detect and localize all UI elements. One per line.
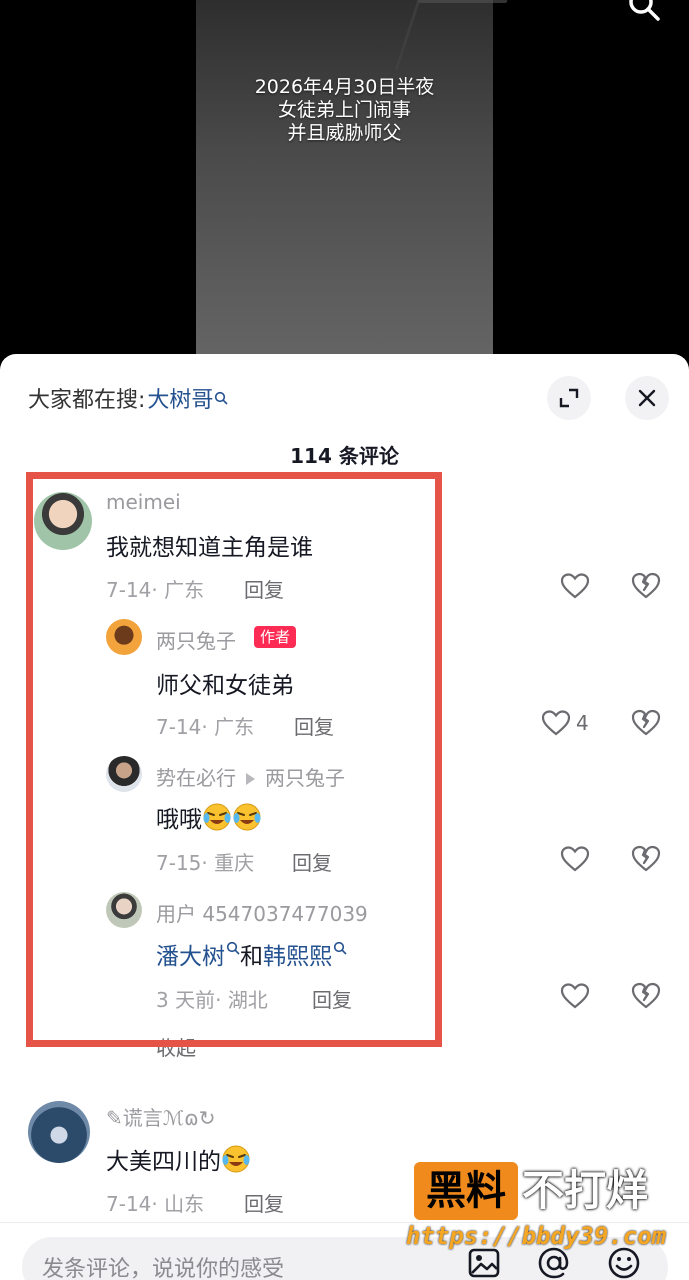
dislike-icon[interactable] [631, 570, 661, 600]
comment-count: 114 条评论 [290, 444, 399, 468]
watermark-logo: 黑料 不打烊 https://bbdy39.com [406, 1162, 674, 1257]
video-player[interactable]: 2026年4月30日半夜 女徒弟上门闹事 并且威胁师父 [0, 0, 689, 380]
video-background-rail [394, 0, 508, 70]
comment-date: 7-14 [106, 578, 152, 602]
comment-text: 大美四川的 [106, 1149, 221, 1175]
reply-button[interactable]: 回复 [312, 984, 352, 1013]
comment-sheet: 大家都在搜: 大树哥 114 条评论 meimei 我就想知道主角是谁 7-14… [0, 354, 689, 1280]
avatar[interactable] [106, 756, 142, 792]
video-frame [196, 0, 508, 380]
like-count: 4 [576, 711, 589, 735]
caption-line-1: 2026年4月30日半夜 [254, 76, 435, 98]
reply-text-line: 潘大树 和韩熙熙 [156, 937, 347, 971]
comment-username[interactable]: ✎谎言ℳɷ↻ [106, 1102, 215, 1131]
reply-location: 湖北 [227, 988, 268, 1012]
reply-meta: 7-15· 重庆 [156, 851, 255, 875]
caption-line-3: 并且威胁师父 [287, 122, 402, 144]
close-button[interactable] [625, 376, 669, 420]
caption-line-2: 女徒弟上门闹事 [277, 99, 411, 121]
comment-date: 7-14 [106, 1192, 152, 1216]
watermark-url: https://bbdy39.com [406, 1222, 667, 1250]
reply-date: 7-14 [156, 715, 202, 739]
laugh-cry-emoji-icon [203, 803, 231, 831]
comment-location: 山东 [164, 1192, 205, 1216]
reply-date: 3 天前 [156, 988, 216, 1012]
mention-link[interactable]: 韩熙熙 [263, 944, 332, 970]
comment-meta: 7-14· 山东 [106, 1192, 205, 1216]
reply-username-line: 势在必行 两只兔子 [156, 762, 345, 791]
reply-username[interactable]: 两只兔子 [156, 625, 236, 654]
avatar[interactable] [34, 492, 92, 550]
reply-button[interactable]: 回复 [244, 1188, 284, 1217]
comment-text: 我就想知道主角是谁 [106, 535, 313, 561]
reply-username[interactable]: 用户 4547037477039 [156, 898, 368, 927]
comment-text-line: 大美四川的 [106, 1142, 251, 1176]
search-icon[interactable] [627, 0, 661, 24]
comment-location: 广东 [164, 578, 205, 602]
author-badge: 作者 [254, 626, 297, 648]
expand-button[interactable] [547, 376, 591, 420]
watermark-box: 黑料 [414, 1162, 518, 1220]
expand-icon [559, 388, 579, 408]
like-icon[interactable] [560, 845, 590, 873]
reply-button[interactable]: 回复 [292, 847, 332, 876]
trending-search-label: 大家都在搜: [28, 388, 146, 413]
reply-text-line: 哦哦 [156, 800, 262, 834]
reply-text: 师父和女徒弟 [156, 673, 294, 699]
trending-search[interactable]: 大家都在搜: 大树哥 [28, 382, 229, 414]
reply-location: 广东 [214, 715, 255, 739]
collapse-replies-button[interactable]: 收起 [156, 1032, 196, 1061]
mention-link[interactable]: 潘大树 [156, 944, 225, 970]
reply-text: 哦哦 [156, 807, 202, 833]
watermark-side-text: 不打烊 [522, 1166, 649, 1215]
search-small-icon [333, 942, 347, 955]
search-small-icon [226, 942, 240, 955]
comment-username[interactable]: meimei [106, 490, 181, 514]
laugh-cry-emoji-icon [233, 803, 261, 831]
reply-date: 7-15 [156, 851, 202, 875]
video-caption: 2026年4月30日半夜 女徒弟上门闹事 并且威胁师父 [196, 76, 493, 145]
dislike-icon[interactable] [631, 980, 661, 1010]
avatar[interactable] [106, 892, 142, 928]
avatar[interactable] [106, 619, 142, 655]
laugh-cry-emoji-icon [222, 1145, 250, 1173]
like-icon[interactable] [560, 982, 590, 1010]
like-icon[interactable] [560, 572, 590, 600]
reply-arrow-icon [246, 772, 255, 785]
reply-button[interactable]: 回复 [244, 574, 284, 603]
comment-input-placeholder: 发条评论，说说你的感受 [42, 1257, 285, 1280]
trending-search-keyword[interactable]: 大树哥 [147, 382, 213, 414]
dislike-icon[interactable] [631, 843, 661, 873]
dislike-icon[interactable] [631, 707, 661, 737]
reply-meta: 7-14· 广东 [156, 715, 255, 739]
reply-meta: 3 天前· 湖北 [156, 988, 268, 1012]
search-small-icon [215, 391, 229, 405]
like-icon[interactable] [541, 709, 571, 737]
close-icon [638, 389, 656, 407]
avatar[interactable] [28, 1101, 90, 1163]
reply-username[interactable]: 势在必行 [156, 766, 236, 790]
comment-meta: 7-14· 广东 [106, 578, 205, 602]
reply-location: 重庆 [214, 851, 255, 875]
reply-button[interactable]: 回复 [294, 711, 334, 740]
reply-to-username[interactable]: 两只兔子 [265, 766, 345, 790]
reply-text: 和 [240, 944, 263, 970]
